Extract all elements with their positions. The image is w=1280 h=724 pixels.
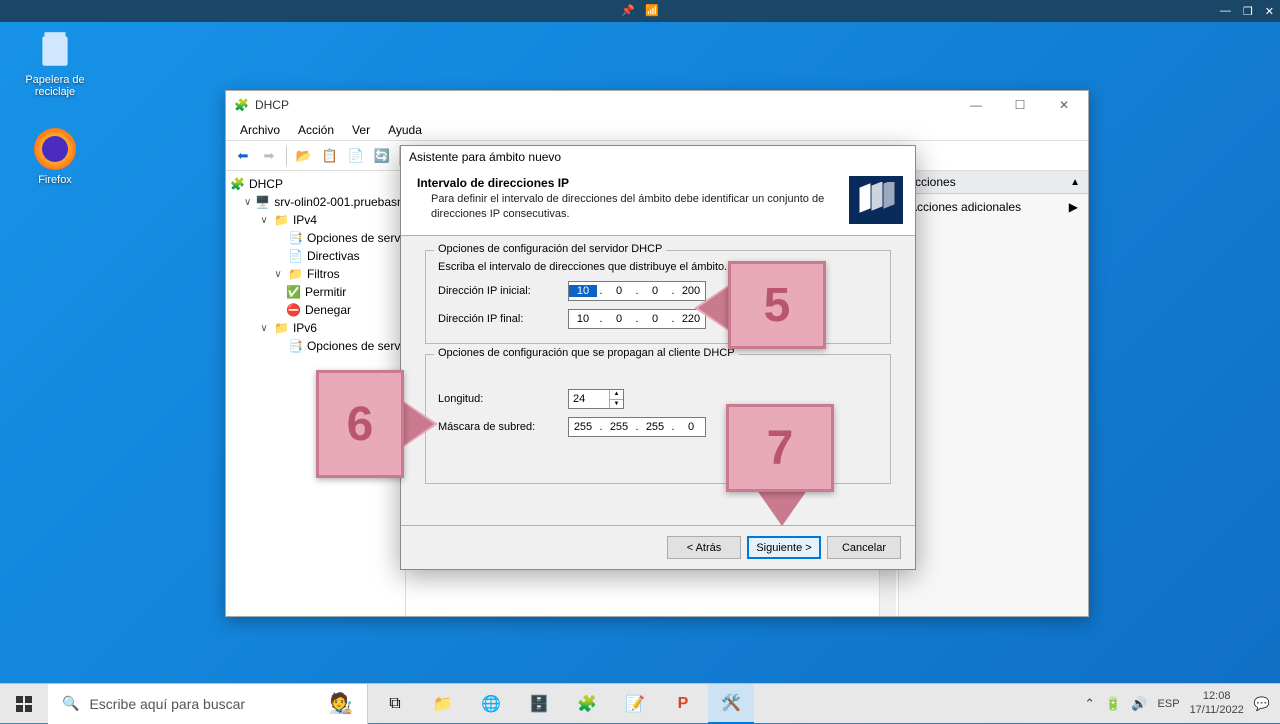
- search-character-icon: 🧑‍🎨: [328, 691, 353, 716]
- taskbar-explorer[interactable]: 📁: [420, 684, 466, 724]
- firefox-shortcut[interactable]: Firefox: [15, 128, 95, 186]
- tree-filters[interactable]: ∨📁Filtros: [230, 265, 401, 283]
- back-button[interactable]: < Atrás: [667, 536, 741, 559]
- callout-arrow-5: [694, 284, 730, 332]
- back-button[interactable]: ⬅: [232, 145, 254, 167]
- window-maximize[interactable]: ☐: [998, 91, 1042, 119]
- recycle-bin-icon: [34, 28, 76, 70]
- remote-close[interactable]: ✕: [1265, 5, 1274, 18]
- menu-view[interactable]: Ver: [344, 121, 378, 139]
- wizard-titlebar: Asistente para ámbito nuevo: [401, 146, 915, 168]
- remote-minimize[interactable]: —: [1220, 5, 1231, 17]
- ip-start-label: Dirección IP inicial:: [438, 285, 558, 297]
- recycle-bin-label: Papelera de reciclaje: [15, 74, 95, 98]
- tree-denegar[interactable]: ⛔Denegar: [230, 301, 401, 319]
- tray-language[interactable]: ESP: [1158, 698, 1180, 710]
- tree-ipv6[interactable]: ∨📁IPv6: [230, 319, 401, 337]
- taskbar-powerpoint[interactable]: P: [660, 684, 706, 724]
- tray-chevron-up[interactable]: ⌃: [1084, 696, 1095, 712]
- wizard-title: Asistente para ámbito nuevo: [409, 150, 561, 164]
- wizard-description: Para definir el intervalo de direcciones…: [417, 192, 839, 222]
- spinner-up[interactable]: ▲: [610, 390, 623, 400]
- dhcp-icon: 🧩: [234, 98, 249, 112]
- taskbar-app2[interactable]: 📝: [612, 684, 658, 724]
- taskbar-app1[interactable]: 🧩: [564, 684, 610, 724]
- recycle-bin[interactable]: Papelera de reciclaje: [15, 28, 95, 98]
- signal-icon: 📶: [645, 4, 659, 18]
- remote-maximize[interactable]: ❐: [1243, 5, 1253, 18]
- taskbar-server-manager[interactable]: 🗄️: [516, 684, 562, 724]
- up-button[interactable]: 📂: [293, 145, 315, 167]
- taskbar-edge[interactable]: 🌐: [468, 684, 514, 724]
- callout-7: 7: [726, 404, 834, 492]
- ip-end-input[interactable]: 10. 0. 0. 220: [568, 309, 706, 329]
- delete-button[interactable]: 📄: [345, 145, 367, 167]
- tray-volume-icon[interactable]: 🔊: [1131, 696, 1147, 712]
- wizard-heading: Intervalo de direcciones IP: [417, 176, 839, 190]
- tree-directivas[interactable]: 📄Directivas: [230, 247, 401, 265]
- actions-pane: Acciones ▲ Acciones adicionales▶: [898, 171, 1088, 616]
- tree-root[interactable]: 🧩DHCP: [230, 175, 401, 193]
- ip-end-label: Dirección IP final:: [438, 313, 558, 325]
- menu-help[interactable]: Ayuda: [380, 121, 430, 139]
- subnet-mask-label: Máscara de subred:: [438, 421, 558, 433]
- tree-options-server[interactable]: 📑Opciones de serv: [230, 229, 401, 247]
- callout-5: 5: [728, 261, 826, 349]
- window-minimize[interactable]: —: [954, 91, 998, 119]
- tray-clock[interactable]: 12:08 17/11/2022: [1190, 690, 1244, 716]
- callout-6: 6: [316, 370, 404, 478]
- search-icon: 🔍: [62, 695, 79, 712]
- forward-button[interactable]: ➡: [258, 145, 280, 167]
- window-close[interactable]: ✕: [1042, 91, 1086, 119]
- properties-button[interactable]: 📋: [319, 145, 341, 167]
- firefox-label: Firefox: [15, 174, 95, 186]
- taskbar-dhcp[interactable]: 🛠️: [708, 684, 754, 724]
- new-scope-wizard: Asistente para ámbito nuevo Intervalo de…: [400, 145, 916, 570]
- tree-server[interactable]: ∨🖥️srv-olin02-001.pruebasna: [230, 193, 401, 211]
- menu-action[interactable]: Acción: [290, 121, 342, 139]
- actions-more[interactable]: Acciones adicionales▶: [899, 194, 1088, 220]
- tree-ipv4[interactable]: ∨📁IPv4: [230, 211, 401, 229]
- task-view-button[interactable]: ⧉: [372, 684, 418, 724]
- callout-arrow-6: [402, 400, 438, 448]
- pin-icon[interactable]: 📌: [621, 4, 635, 18]
- remote-titlebar: 📌 📶 — ❐ ✕: [0, 0, 1280, 22]
- spinner-down[interactable]: ▼: [610, 400, 623, 409]
- refresh-button[interactable]: 🔄: [371, 145, 393, 167]
- subnet-mask-input[interactable]: 255. 255. 255. 0: [568, 417, 706, 437]
- firefox-icon: [34, 128, 76, 170]
- length-label: Longitud:: [438, 393, 558, 405]
- window-title: DHCP: [255, 98, 289, 112]
- collapse-icon[interactable]: ▲: [1070, 177, 1080, 188]
- tree-permitir[interactable]: ✅Permitir: [230, 283, 401, 301]
- search-placeholder: Escribe aquí para buscar: [89, 696, 245, 712]
- wizard-banner-icon: [849, 176, 903, 224]
- menubar: Archivo Acción Ver Ayuda: [226, 119, 1088, 141]
- length-spinner[interactable]: 24 ▲▼: [568, 389, 624, 409]
- taskbar: 🔍 Escribe aquí para buscar 🧑‍🎨 ⧉ 📁 🌐 🗄️ …: [0, 683, 1280, 723]
- start-button[interactable]: [0, 684, 48, 724]
- search-box[interactable]: 🔍 Escribe aquí para buscar 🧑‍🎨: [48, 684, 368, 724]
- menu-file[interactable]: Archivo: [232, 121, 288, 139]
- next-button[interactable]: Siguiente >: [747, 536, 821, 559]
- tray-battery-icon[interactable]: 🔋: [1105, 696, 1121, 712]
- tree-options-server6[interactable]: 📑Opciones de serv: [230, 337, 401, 355]
- cancel-button[interactable]: Cancelar: [827, 536, 901, 559]
- ip-start-input[interactable]: 10. 0. 0. 200: [568, 281, 706, 301]
- tray-notifications-icon[interactable]: 💬: [1254, 696, 1270, 712]
- callout-arrow-7: [758, 490, 806, 526]
